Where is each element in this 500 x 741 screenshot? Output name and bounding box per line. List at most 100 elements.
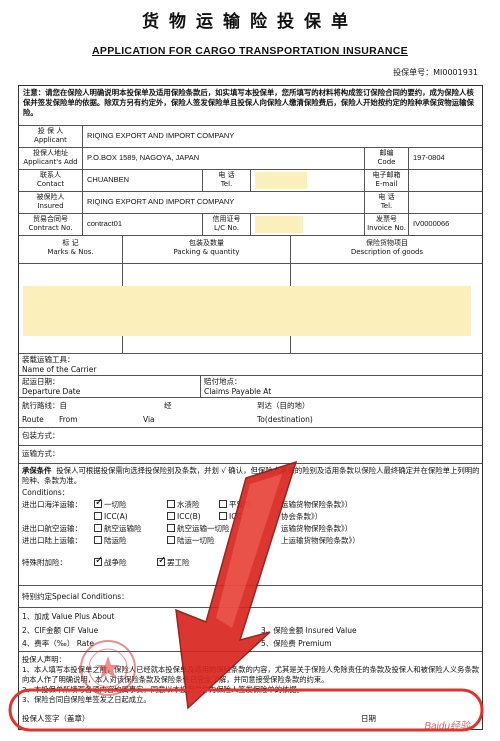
icc-c-option[interactable]: ICC (219, 512, 242, 521)
special-additional-label: 特殊附加险： (22, 558, 67, 567)
special-conditions-row[interactable]: 特别约定Special Conditions： (19, 586, 482, 608)
goods-header-row: 标 记 Marks & Nos. 包装及数量 Packing & quantit… (19, 236, 482, 264)
land-all-risks-checkbox[interactable] (167, 536, 175, 544)
sea-all-risks-option[interactable]: 一切险 (94, 497, 127, 509)
icc-c-checkbox[interactable] (219, 512, 227, 520)
contract-label-en: Contract No. (28, 224, 73, 232)
war-risk-checkbox[interactable] (94, 555, 103, 567)
conditions-text-cn: 投保人可根据投保需向选择投保险别及条款，并划 √ 确认，但保险人承保的险别及适用… (22, 466, 480, 485)
icc-a-checkbox[interactable] (94, 512, 102, 520)
contract-row: 贸易合同号 Contract No. contract01 信用证号 L/C N… (19, 214, 482, 236)
sea-all-risks-checkbox[interactable] (94, 497, 103, 509)
insurance-application-page: 货物运输险投保单 APPLICATION FOR CARGO TRANSPORT… (0, 0, 500, 741)
icc-b-label: ICC(B) (177, 512, 201, 521)
invoice-field[interactable]: IV0000066 (409, 214, 483, 235)
policy-number: 投保单号：MI0001931 (393, 68, 478, 78)
route-to-label-cn: 到达（目的地） (257, 401, 310, 410)
icc-c-label: ICC (229, 512, 242, 521)
strike-risk-checkbox[interactable] (157, 555, 166, 567)
land-risk-option[interactable]: 陆运险 (94, 536, 127, 545)
redacted-highlight (255, 216, 303, 233)
email-label: 电子邮箱 E-mail (365, 170, 409, 191)
strike-risk-option[interactable]: 罢工险 (157, 555, 190, 567)
cif-value-label: 2、CIF金额 CIF Value (22, 626, 98, 635)
sea-transport-label: 进出口海洋运输： (22, 500, 82, 509)
packing-method-row[interactable]: 包装方式： (19, 428, 482, 446)
air-all-risks-checkbox[interactable] (167, 524, 175, 532)
policy-number-label: 投保单号： (393, 68, 434, 77)
sea-wpa-checkbox[interactable] (167, 500, 175, 508)
contract-label-cn: 贸易合同号 (33, 215, 68, 223)
address-label-en: Applicant's Add (23, 158, 78, 166)
policy-number-value: MI0001931 (433, 68, 478, 77)
packing-header: 包装及数量 Packing & quantity (123, 236, 291, 263)
land-all-risks-option[interactable]: 陆运一切险 (167, 536, 215, 545)
email-field[interactable] (409, 170, 483, 191)
marks-header-en: Marks & Nos. (47, 248, 94, 256)
land-transport-label: 进出口陆上运输： (22, 536, 82, 545)
insured-tel-label: 电 话 Tel. (365, 192, 409, 213)
sea-wpa-option[interactable]: 水渍险 (167, 500, 200, 509)
marks-header: 标 记 Marks & Nos. (19, 236, 123, 263)
sea-fpa-checkbox[interactable] (219, 500, 227, 508)
claims-cell[interactable]: 赔付地点： Claims Payable At (201, 376, 483, 397)
route-from-label-en: From (59, 415, 78, 424)
postcode-field[interactable]: 197-0804 (409, 148, 483, 169)
insured-field[interactable]: RIQING EXPORT AND IMPORT COMPANY (83, 192, 365, 213)
notice-row: 注意：请您在保险人明确说明本投保单及适用保险条款后，如实填写本投保单，您所填写的… (19, 86, 482, 126)
icc-b-option[interactable]: ICC(B) (167, 512, 201, 521)
declaration-line-2: 2、本投保单所填写各项内容均属事实，同意以本投保单作为保险人签发保险单的依据。 (22, 685, 304, 694)
sea-wpa-label: 水渍险 (177, 500, 200, 509)
carrier-label-en: Name of the Carrier (22, 365, 97, 374)
conditions-heading-en: Conditions： (22, 488, 70, 497)
lc-label-cn: 信用证号 (212, 215, 241, 223)
application-form: 注意：请您在保险人明确说明本投保单及适用保险条款后，如实填写本投保单，您所填写的… (18, 85, 483, 730)
route-row: 航行路线：自 经 到达（目的地） Route From Via To(desti… (19, 398, 482, 428)
insured-value-label-en: Insured Value (305, 626, 357, 635)
war-risk-option[interactable]: 战争险 (94, 555, 127, 567)
route-from-label-cn: 航行路线：自 (22, 401, 67, 410)
cif-value-label-cn: 2、CIF金额 (22, 626, 62, 635)
land-risk-checkbox[interactable] (94, 536, 102, 544)
contact-label-en: Contact (36, 180, 65, 188)
departure-cell[interactable]: 起运日期： Departure Date (19, 376, 201, 397)
transport-method-label: 运输方式： (22, 449, 60, 458)
value-plus-label-en: Value Plus About (51, 612, 115, 621)
postcode-label-en: Code (377, 158, 396, 166)
contract-field[interactable]: contract01 (83, 214, 203, 235)
insured-value-label-cn: 3、保险金额 (261, 626, 304, 635)
premium-label: 5、保险费 Premium (261, 639, 332, 648)
contact-label-cn: 联系人 (40, 171, 61, 179)
air-all-risks-option[interactable]: 航空运输一切险 (167, 524, 230, 533)
applicant-label-cn: 投 保 人 (37, 127, 64, 135)
air-risk-checkbox[interactable] (94, 524, 102, 532)
redacted-highlight (255, 172, 307, 189)
contact-field[interactable]: CHUANBEN (83, 170, 203, 191)
contact-tel-label-cn: 电 话 (218, 171, 235, 179)
insured-tel-field[interactable] (409, 192, 483, 213)
icc-b-checkbox[interactable] (167, 512, 175, 520)
address-row: 投保人地址 Applicant's Add P.O.BOX 1589, NAGO… (19, 148, 482, 170)
premium-label-cn: 5、保险费 (261, 639, 296, 648)
air-risk-option[interactable]: 航空运输险 (94, 524, 142, 533)
icc-a-label: ICC(A) (104, 512, 128, 521)
packing-header-cn: 包装及数量 (189, 239, 224, 247)
contact-tel-field[interactable] (251, 170, 365, 191)
contract-label: 贸易合同号 Contract No. (19, 214, 83, 235)
applicant-field[interactable]: RIQING EXPORT AND IMPORT COMPANY (83, 126, 483, 147)
value-plus-label-cn: 1、加成 (22, 612, 50, 621)
route-to-label-en: To(destination) (257, 415, 313, 424)
marks-header-cn: 标 记 (62, 239, 79, 247)
sea-fpa-option[interactable]: 平安险 (219, 500, 252, 509)
carrier-field[interactable] (115, 354, 481, 375)
address-field[interactable]: P.O.BOX 1589, NAGOYA, JAPAN (83, 148, 365, 169)
rate-label-cn: 4、费率（‰） (22, 639, 75, 648)
lc-field[interactable] (251, 214, 365, 235)
packing-method-label: 包装方式： (22, 431, 60, 440)
carrier-label-cn: 装载运输工具： (22, 355, 75, 364)
description-header-cn: 保险货物项目 (366, 239, 408, 247)
signature-field[interactable] (99, 710, 349, 726)
icc-a-option[interactable]: ICC(A) (94, 512, 128, 521)
contact-row: 联系人 Contact CHUANBEN 电 话 Tel. 电子邮箱 E-mai… (19, 170, 482, 192)
transport-method-row[interactable]: 运输方式： (19, 446, 482, 464)
